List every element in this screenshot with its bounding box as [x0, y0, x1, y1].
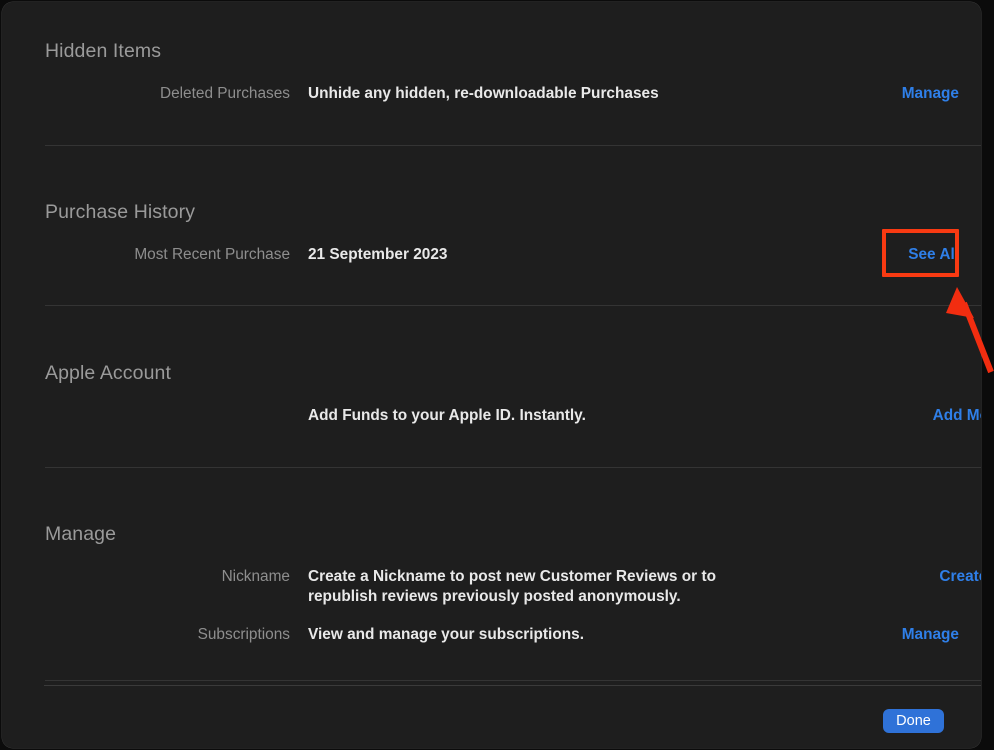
- divider-after-manage: [45, 680, 981, 681]
- settings-scroll-content[interactable]: Hidden Items Deleted Purchases Unhide an…: [2, 2, 981, 684]
- row-label-deleted-purchases: Deleted Purchases: [45, 84, 308, 104]
- divider-after-apple-account: [45, 467, 981, 468]
- row-nickname: Nickname Create a Nickname to post new C…: [2, 567, 981, 607]
- row-add-funds: Add Funds to your Apple ID. Instantly. A…: [2, 406, 981, 426]
- create-nickname-link[interactable]: Create Ni: [939, 567, 981, 587]
- section-title-manage: Manage: [2, 523, 116, 546]
- footer-divider: [44, 685, 981, 686]
- manage-hidden-items-link[interactable]: Manage: [902, 84, 959, 104]
- see-all-purchases-link[interactable]: See All: [908, 245, 959, 265]
- row-value-add-funds: Add Funds to your Apple ID. Instantly.: [308, 406, 808, 426]
- row-label-most-recent-purchase: Most Recent Purchase: [45, 245, 308, 265]
- section-title-apple-account: Apple Account: [2, 362, 171, 385]
- row-value-most-recent-purchase: 21 September 2023: [308, 245, 808, 265]
- row-value-nickname: Create a Nickname to post new Customer R…: [308, 567, 798, 607]
- row-label-subscriptions: Subscriptions: [45, 625, 308, 645]
- divider-after-hidden-items: [45, 145, 981, 146]
- row-label-nickname: Nickname: [45, 567, 308, 587]
- row-subscriptions: Subscriptions View and manage your subsc…: [2, 625, 981, 645]
- add-money-link[interactable]: Add Mone: [933, 406, 981, 426]
- row-value-subscriptions: View and manage your subscriptions.: [308, 625, 808, 645]
- divider-after-purchase-history: [45, 305, 981, 306]
- account-settings-dialog: Hidden Items Deleted Purchases Unhide an…: [2, 2, 981, 748]
- done-button[interactable]: Done: [883, 709, 944, 733]
- screen: Hidden Items Deleted Purchases Unhide an…: [0, 0, 994, 750]
- section-title-hidden-items: Hidden Items: [2, 40, 161, 63]
- manage-subscriptions-link[interactable]: Manage: [902, 625, 959, 645]
- section-title-purchase-history: Purchase History: [2, 201, 195, 224]
- row-deleted-purchases: Deleted Purchases Unhide any hidden, re-…: [2, 84, 981, 104]
- row-most-recent-purchase: Most Recent Purchase 21 September 2023 S…: [2, 245, 981, 265]
- dialog-footer: Done: [2, 684, 981, 748]
- row-value-deleted-purchases: Unhide any hidden, re-downloadable Purch…: [308, 84, 808, 104]
